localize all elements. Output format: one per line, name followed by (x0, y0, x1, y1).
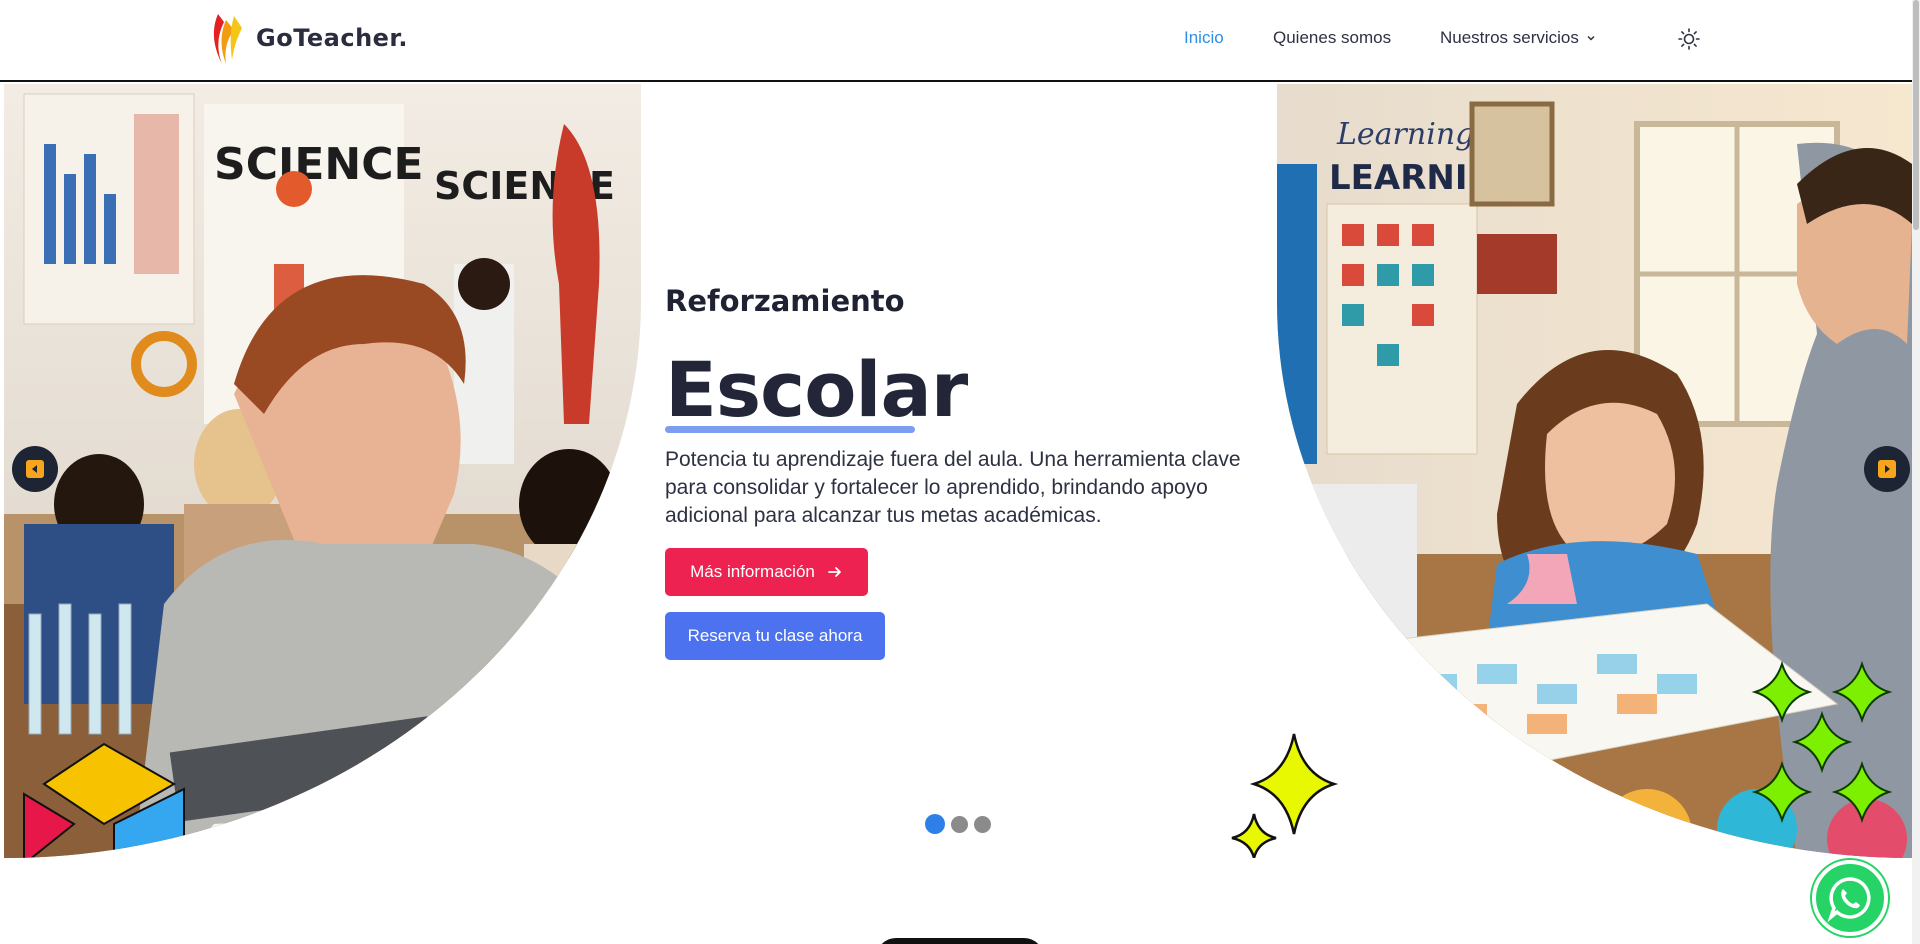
book-class-button[interactable]: Reserva tu clase ahora (665, 612, 885, 660)
title-underline (665, 426, 915, 433)
nav-item-nuestros-servicios[interactable]: Nuestros servicios (1440, 28, 1596, 48)
chevron-left-icon (32, 465, 37, 473)
hero-image-left: SCIENCE SCIENCE (4, 84, 641, 858)
nav-item-quienes-somos[interactable]: Quienes somos (1273, 28, 1391, 48)
book-class-label: Reserva tu clase ahora (687, 626, 863, 645)
scrollbar-thumb[interactable] (1913, 0, 1919, 230)
more-info-button[interactable]: Más información (665, 548, 868, 596)
slider-dot[interactable] (951, 815, 968, 833)
slider-dot[interactable] (974, 815, 991, 833)
section-below-tab (876, 938, 1044, 944)
hero-eyebrow: Reforzamiento (665, 284, 905, 318)
more-info-label: Más información (690, 562, 815, 581)
poster-text-learning-script: Learning (1336, 117, 1474, 152)
hero-title: Escolar (665, 345, 968, 434)
whatsapp-button[interactable] (1812, 860, 1888, 936)
page: GoTeacher. Inicio Quienes somos Nuestros… (0, 0, 1920, 944)
brand-name: GoTeacher. (256, 24, 408, 52)
brand-logo[interactable]: GoTeacher. (210, 10, 408, 66)
prev-box (26, 460, 44, 478)
flame-logo-icon (213, 14, 242, 64)
hero-content: Reforzamiento Escolar Potencia tu aprend… (665, 84, 1265, 858)
hero-description: Potencia tu aprendizaje fuera del aula. … (665, 448, 1241, 527)
hero-slider: SCIENCE SCIENCE Learning LEARNING Reforz… (4, 84, 1912, 858)
sun-icon[interactable] (1677, 27, 1701, 51)
chevron-down-icon (1587, 35, 1595, 41)
site-header: GoTeacher. Inicio Quienes somos Nuestros… (0, 0, 1912, 82)
nav-item-nuestros-servicios-label: Nuestros servicios (1440, 28, 1579, 47)
hero-image-right: Learning LEARNING (1277, 84, 1912, 858)
next-box (1878, 460, 1896, 478)
poster-text-science: SCIENCE (214, 139, 424, 190)
classroom-illustration: SCIENCE SCIENCE (4, 84, 641, 858)
nav-item-inicio[interactable]: Inicio (1184, 28, 1224, 48)
slider-next-button[interactable] (1864, 446, 1910, 492)
slider-prev-button[interactable] (12, 446, 58, 492)
chevron-right-icon (1885, 465, 1890, 473)
slider-pagination (925, 814, 991, 834)
arrow-right-icon (827, 567, 841, 577)
slider-dot[interactable] (925, 814, 945, 834)
whatsapp-icon (1827, 877, 1871, 922)
homework-illustration: Learning LEARNING (1277, 84, 1912, 858)
